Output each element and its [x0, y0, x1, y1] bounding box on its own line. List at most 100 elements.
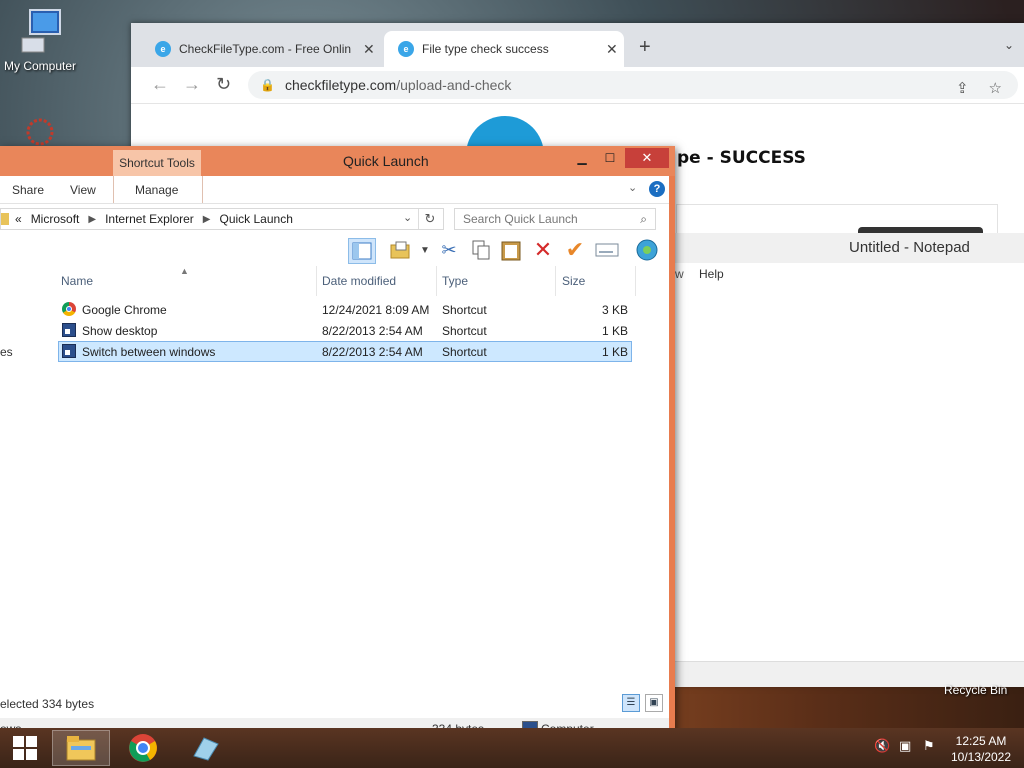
desktop-icon-my-computer[interactable]: My Computer	[0, 8, 80, 73]
chrome-icon	[129, 734, 157, 762]
chrome-icon	[62, 302, 76, 316]
system-clock[interactable]: 12:25 AM 10/13/2022	[950, 733, 1012, 765]
recycle-bin-label[interactable]: Recycle Bin	[944, 683, 1007, 697]
paste-icon[interactable]	[498, 238, 524, 262]
browser-tab-checkfiletype[interactable]: e CheckFileType.com - Free Online ✕	[141, 31, 381, 67]
column-divider[interactable]	[555, 266, 556, 296]
search-icon: ⌕	[640, 211, 647, 226]
breadcrumb-microsoft[interactable]: Microsoft	[31, 212, 80, 226]
file-name: Google Chrome	[82, 303, 167, 317]
notepad-icon	[193, 737, 219, 761]
windows-logo-icon	[13, 736, 37, 760]
page-heading: pe - SUCCESS	[677, 148, 806, 168]
ribbon-expand-chevron-icon[interactable]: ⌄	[628, 181, 637, 194]
column-header-size[interactable]: Size	[562, 274, 585, 288]
column-header-type[interactable]: Type	[442, 274, 468, 288]
column-divider[interactable]	[436, 266, 437, 296]
shortcut-icon	[62, 323, 76, 337]
breadcrumb-quick-launch[interactable]: Quick Launch	[220, 212, 293, 226]
column-divider[interactable]	[635, 266, 636, 296]
search-input[interactable]: Search Quick Launch ⌕	[454, 208, 656, 230]
refresh-icon[interactable]: ↻	[418, 209, 441, 229]
taskbar-file-explorer[interactable]	[52, 730, 110, 766]
file-size: 1 KB	[601, 324, 628, 338]
taskbar: 🔇 ▣ ⚑ 12:25 AM 10/13/2022	[0, 728, 1024, 768]
file-name: Switch between windows	[82, 345, 216, 359]
desktop-icon-label: My Computer	[3, 59, 77, 73]
globe-icon[interactable]	[634, 238, 660, 262]
dropdown-arrow-icon[interactable]: ▼	[412, 238, 438, 262]
volume-muted-icon[interactable]: 🔇	[874, 738, 890, 754]
column-header-date[interactable]: Date modified	[322, 274, 396, 288]
site-favicon-icon: e	[398, 41, 414, 57]
browser-toolbar: ← → ↻ 🔒 checkfiletype.com/upload-and-che…	[131, 67, 1024, 104]
computer-icon	[21, 9, 61, 53]
shortcut-tools-tab[interactable]: Shortcut Tools	[113, 150, 201, 176]
nav-pane-item-partial[interactable]: es	[0, 345, 13, 359]
back-arrow-icon[interactable]: ←	[151, 74, 169, 95]
menu-view[interactable]: w	[675, 267, 684, 281]
url-path: /upload-and-check	[396, 77, 512, 93]
large-icons-view-icon[interactable]: ▣	[645, 694, 663, 712]
taskbar-notepad[interactable]	[176, 730, 234, 766]
file-row-show-desktop[interactable]: Show desktop 8/22/2013 2:54 AM Shortcut …	[58, 320, 632, 341]
notepad-title: Untitled - Notepad	[849, 239, 970, 256]
tab-close-icon[interactable]: ✕	[363, 41, 375, 58]
breadcrumb-internet-explorer[interactable]: Internet Explorer	[105, 212, 194, 226]
maximize-icon[interactable]: ☐	[600, 148, 620, 168]
cut-icon[interactable]: ✂	[436, 238, 462, 262]
address-dropdown-chevron-icon[interactable]: ⌄	[403, 211, 412, 224]
breadcrumb-separator-icon[interactable]: ▶	[88, 214, 96, 225]
properties-icon[interactable]	[594, 238, 620, 262]
taskbar-chrome[interactable]	[114, 730, 172, 766]
desktop-icon-app[interactable]	[18, 112, 62, 146]
share-icon[interactable]: ⇪	[956, 79, 969, 97]
sort-ascending-icon: ▲	[180, 266, 189, 276]
browser-tab-success[interactable]: e File type check success ✕	[384, 31, 624, 67]
file-list-pane: Name ▲ Date modified Type Size Google Ch…	[0, 266, 669, 690]
file-type: Shortcut	[442, 345, 487, 359]
reload-icon[interactable]: ↻	[216, 74, 231, 95]
tab-search-chevron-icon[interactable]: ⌄	[1004, 38, 1014, 52]
ribbon-tab-view[interactable]: View	[70, 183, 96, 197]
ribbon-tab-manage[interactable]: Manage	[135, 183, 178, 197]
action-center-flag-icon[interactable]: ⚑	[923, 738, 935, 754]
network-icon[interactable]: ▣	[899, 738, 911, 754]
file-type: Shortcut	[442, 324, 487, 338]
clock-time: 12:25 AM	[955, 734, 1007, 748]
close-button[interactable]: ✕	[625, 148, 669, 168]
details-view-icon[interactable]: ☰	[622, 694, 640, 712]
menu-help[interactable]: Help	[699, 267, 724, 281]
explorer-window: Shortcut Tools Quick Launch ▁ ☐ ✕ Share …	[0, 146, 675, 743]
bookmark-star-icon[interactable]: ☆	[989, 79, 1002, 97]
address-bar[interactable]: 🔒 checkfiletype.com/upload-and-check ⇪ ☆	[248, 71, 1018, 99]
file-row-google-chrome[interactable]: Google Chrome 12/24/2021 8:09 AM Shortcu…	[58, 299, 632, 320]
column-divider[interactable]	[316, 266, 317, 296]
breadcrumb-prefix[interactable]: «	[15, 212, 22, 226]
delete-icon[interactable]: ✕	[530, 237, 556, 262]
copy-icon[interactable]	[468, 238, 494, 262]
minimize-icon[interactable]: ▁	[572, 148, 592, 168]
address-breadcrumb[interactable]: « Microsoft ▶ Internet Explorer ▶ Quick …	[0, 208, 444, 230]
checkmark-icon[interactable]: ✔	[562, 237, 588, 262]
explorer-toolbar: ▼ ✂ ✕ ✔	[0, 234, 669, 266]
column-header-name[interactable]: Name	[61, 274, 93, 288]
notepad-menubar: w Help	[675, 263, 1024, 285]
forward-arrow-icon[interactable]: →	[183, 74, 201, 95]
tab-title: CheckFileType.com - Free Online	[179, 42, 351, 56]
breadcrumb-separator-icon[interactable]: ▶	[203, 214, 211, 225]
ribbon-tab-share[interactable]: Share	[12, 183, 44, 197]
preview-pane-icon[interactable]	[348, 238, 376, 264]
file-row-switch-between-windows[interactable]: Switch between windows 8/22/2013 2:54 AM…	[58, 341, 632, 362]
start-button[interactable]	[0, 730, 50, 766]
new-tab-button[interactable]: +	[639, 36, 651, 59]
help-icon[interactable]: ?	[649, 181, 665, 197]
folder-options-icon[interactable]	[388, 238, 414, 262]
browser-tabstrip: e CheckFileType.com - Free Online ✕ e Fi…	[131, 23, 1024, 67]
tab-close-icon[interactable]: ✕	[606, 41, 618, 58]
file-date: 8/22/2013 2:54 AM	[322, 324, 423, 338]
file-type: Shortcut	[442, 303, 487, 317]
file-date: 12/24/2021 8:09 AM	[322, 303, 430, 317]
explorer-titlebar: Shortcut Tools Quick Launch ▁ ☐ ✕	[0, 146, 675, 176]
notepad-window: Untitled - Notepad w Help	[674, 233, 1024, 687]
